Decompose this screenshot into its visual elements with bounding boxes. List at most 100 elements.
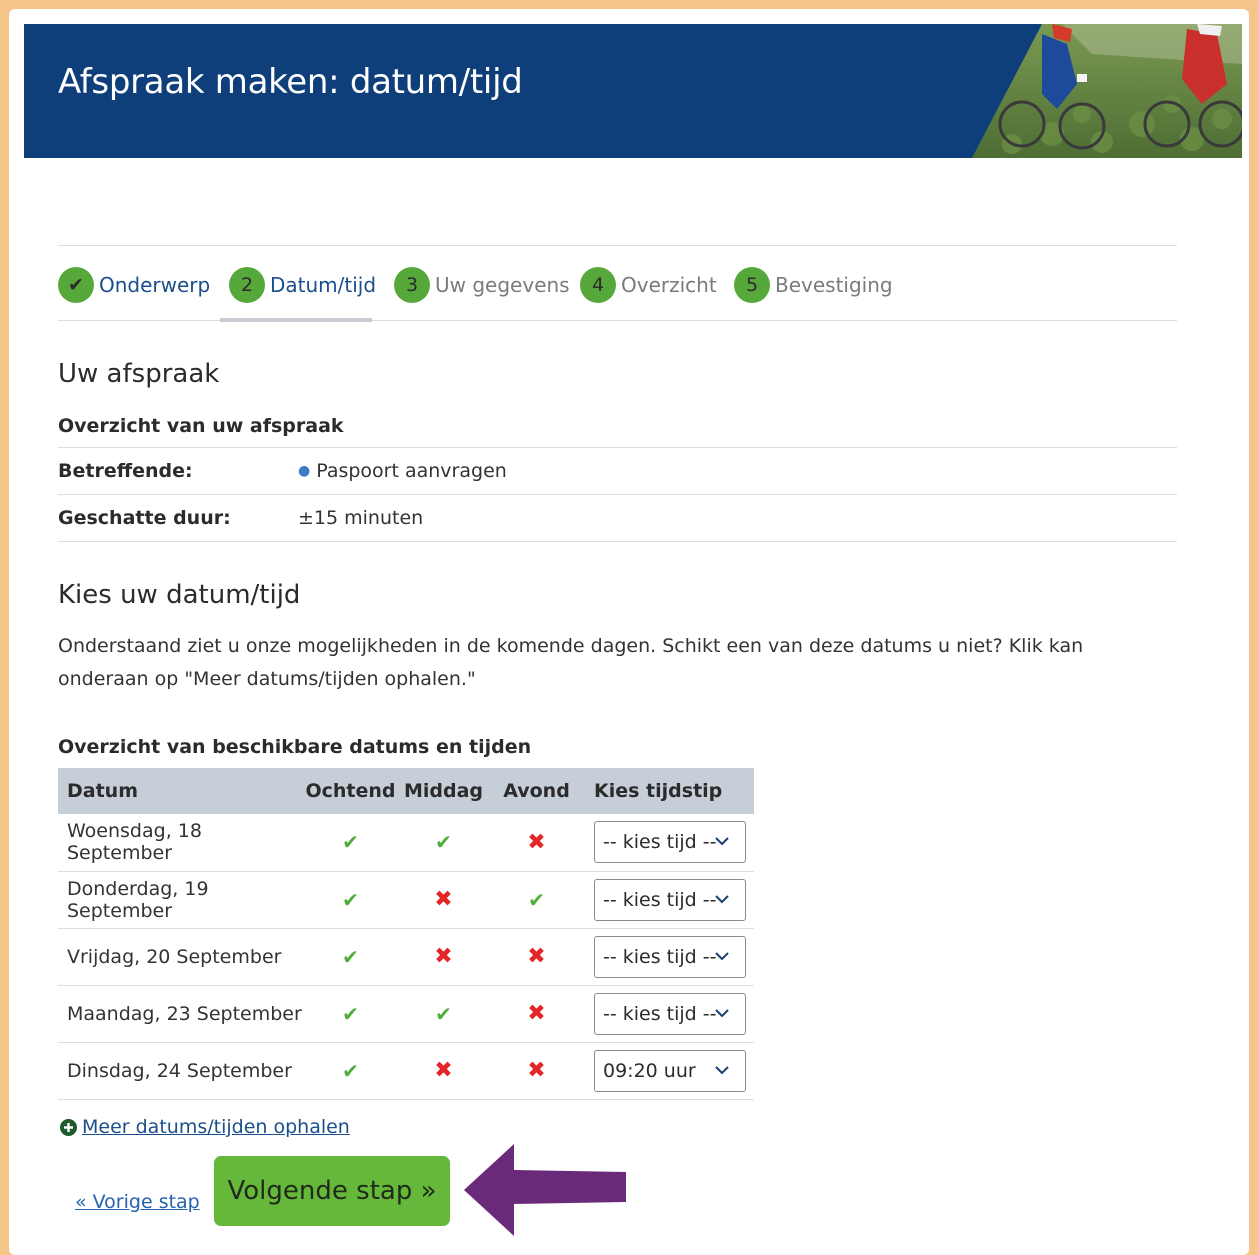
bullet-icon: ● (298, 463, 311, 479)
morning-cell: ✔ (302, 985, 399, 1043)
chevron-down-icon (715, 837, 729, 846)
step-uw-gegevens: 3 Uw gegevens (394, 267, 570, 303)
progress-steps: ✔ Onderwerp 2 Datum/tijd 3 Uw gegevens 4… (58, 245, 1177, 322)
row-date: Maandag, 23 September (58, 985, 302, 1043)
row-date: Dinsdag, 24 September (58, 1042, 302, 1100)
pick-cell: -- kies tijd -- (585, 814, 754, 872)
step-label: Onderwerp (99, 273, 211, 297)
previous-step-link[interactable]: « Vorige stap (75, 1191, 200, 1213)
available-check-icon: ✔ (435, 830, 452, 855)
subject-text: Paspoort aanvragen (316, 460, 507, 482)
table-row: Dinsdag, 24 September ✔ ✖ ✖ 09:20 uur (58, 1042, 754, 1100)
row-date: Donderdag, 19 September (58, 871, 302, 929)
page-content: Afspraak maken: datum/tijd ✔ Onderwerp 2… (24, 24, 1242, 1248)
step-label: Datum/tijd (270, 273, 377, 297)
evening-cell: ✖ (488, 814, 585, 872)
afternoon-cell: ✖ (399, 871, 488, 929)
row-date: Woensdag, 18 September (58, 814, 302, 872)
header-pick-time: Kies tijdstip (585, 768, 754, 814)
plus-circle-icon (60, 1118, 77, 1136)
intro-text: Onderstaand ziet u onze mogelijkheden in… (58, 635, 1084, 690)
subject-row: Betreffende: ● Paspoort aanvragen (58, 447, 1177, 494)
more-dates-label: Meer datums/tijden ophalen (82, 1116, 350, 1138)
time-select[interactable]: -- kies tijd -- (594, 821, 746, 864)
chevron-down-icon (715, 1065, 729, 1074)
available-check-icon: ✔ (342, 1001, 359, 1026)
unavailable-x-icon: ✖ (527, 944, 546, 969)
step-label: Bevestiging (775, 273, 893, 297)
morning-cell: ✔ (302, 814, 399, 872)
duration-key: Geschatte duur: (58, 507, 231, 529)
step-onderwerp[interactable]: ✔ Onderwerp (58, 267, 210, 303)
evening-cell: ✖ (488, 985, 585, 1043)
available-check-icon: ✔ (342, 944, 359, 969)
duration-row: Geschatte duur: ±15 minuten (58, 494, 1177, 542)
select-value: -- kies tijd -- (603, 888, 717, 911)
available-check-icon: ✔ (342, 887, 359, 912)
afternoon-cell: ✔ (399, 985, 488, 1043)
header-date: Datum (58, 768, 302, 814)
more-dates-link[interactable]: Meer datums/tijden ophalen (60, 1116, 350, 1138)
subject-value: ● Paspoort aanvragen (298, 460, 507, 482)
cyclists-banner-image (972, 24, 1242, 158)
unavailable-x-icon: ✖ (434, 944, 453, 969)
step-bevestiging: 5 Bevestiging (734, 267, 893, 303)
unavailable-x-icon: ✖ (434, 1058, 453, 1083)
step-number: 2 (229, 267, 265, 303)
appointment-overview-label: Overzicht van uw afspraak (58, 415, 344, 437)
morning-cell: ✔ (302, 871, 399, 929)
check-icon: ✔ (58, 267, 94, 303)
time-select[interactable]: -- kies tijd -- (594, 992, 746, 1035)
table-body: Woensdag, 18 September ✔ ✔ ✖ -- kies tij… (58, 814, 754, 1100)
step-number: 4 (580, 267, 616, 303)
afternoon-cell: ✖ (399, 1042, 488, 1100)
unavailable-x-icon: ✖ (434, 887, 453, 912)
evening-cell: ✖ (488, 1042, 585, 1100)
availability-table: Datum Ochtend Middag Avond Kies tijdstip… (58, 768, 754, 1100)
table-header-row: Datum Ochtend Middag Avond Kies tijdstip (58, 768, 754, 814)
step-number: 5 (734, 267, 770, 303)
select-value: -- kies tijd -- (603, 831, 717, 854)
chevron-down-icon (715, 951, 729, 960)
morning-cell: ✔ (302, 1042, 399, 1100)
select-value: -- kies tijd -- (603, 1002, 717, 1025)
header-afternoon: Middag (399, 768, 488, 814)
select-value: -- kies tijd -- (603, 945, 717, 968)
header-evening: Avond (488, 768, 585, 814)
table-row: Vrijdag, 20 September ✔ ✖ ✖ -- kies tijd… (58, 928, 754, 986)
appointment-heading: Uw afspraak (58, 359, 220, 389)
step-datum-tijd[interactable]: 2 Datum/tijd (229, 267, 376, 303)
page-frame: Afspraak maken: datum/tijd ✔ Onderwerp 2… (9, 9, 1249, 1255)
step-label: Uw gegevens (435, 273, 570, 297)
available-check-icon: ✔ (435, 1001, 452, 1026)
pick-cell: -- kies tijd -- (585, 928, 754, 986)
afternoon-cell: ✖ (399, 928, 488, 986)
pick-cell: 09:20 uur (585, 1042, 754, 1100)
next-step-button[interactable]: Volgende stap » (214, 1156, 450, 1226)
page-header: Afspraak maken: datum/tijd (24, 24, 1242, 158)
time-select[interactable]: -- kies tijd -- (594, 878, 746, 921)
chevron-down-icon (715, 1008, 729, 1017)
step-overzicht: 4 Overzicht (580, 267, 717, 303)
table-title: Overzicht van beschikbare datums en tijd… (58, 736, 532, 758)
active-step-indicator (220, 318, 372, 322)
chevron-down-icon (715, 894, 729, 903)
select-value: 09:20 uur (603, 1059, 696, 1082)
unavailable-x-icon: ✖ (527, 1001, 546, 1026)
step-label: Overzicht (621, 273, 717, 297)
time-select[interactable]: -- kies tijd -- (594, 935, 746, 978)
table-row: Maandag, 23 September ✔ ✔ ✖ -- kies tijd… (58, 985, 754, 1043)
time-select[interactable]: 09:20 uur (594, 1049, 746, 1092)
arrow-left-icon (464, 1144, 626, 1236)
available-check-icon: ✔ (342, 830, 359, 855)
available-check-icon: ✔ (342, 1058, 359, 1083)
page-title: Afspraak maken: datum/tijd (58, 62, 523, 102)
evening-cell: ✔ (488, 871, 585, 929)
pick-cell: -- kies tijd -- (585, 871, 754, 929)
header-morning: Ochtend (302, 768, 399, 814)
table-row: Woensdag, 18 September ✔ ✔ ✖ -- kies tij… (58, 814, 754, 872)
afternoon-cell: ✔ (399, 814, 488, 872)
unavailable-x-icon: ✖ (527, 829, 546, 855)
table-row: Donderdag, 19 September ✔ ✖ ✔ -- kies ti… (58, 871, 754, 929)
pick-cell: -- kies tijd -- (585, 985, 754, 1043)
